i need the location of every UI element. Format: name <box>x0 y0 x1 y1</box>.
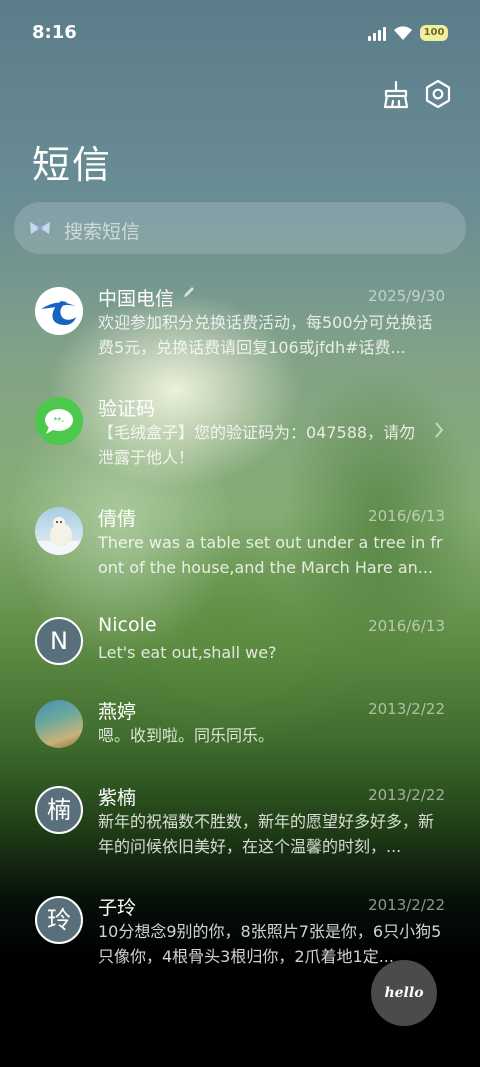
conversation-item[interactable]: 中国电信 2025/9/30 欢迎参加积分兑换话费活动，每500分可兑换话费5元… <box>0 285 480 395</box>
landscape-avatar <box>35 700 83 748</box>
conversation-name: Nicole <box>98 614 157 636</box>
conversation-name: 燕婷 <box>98 701 137 723</box>
conversation-name: 子玲 <box>98 897 137 919</box>
letter-avatar: N <box>35 617 83 665</box>
search-bow-icon <box>30 222 50 234</box>
signal-icon <box>368 27 388 41</box>
search-placeholder: 搜索短信 <box>64 221 141 243</box>
conversation-preview: 【毛绒盒子】您的验证码为：047588，请勿泄露于他人！ <box>98 423 416 467</box>
letter-avatar: 楠 <box>35 786 83 834</box>
conversation-item[interactable]: 倩倩 2016/6/13 There was a table set out u… <box>0 505 480 615</box>
svg-text:**-: **- <box>53 416 64 427</box>
polar-bear-avatar <box>35 507 83 555</box>
status-time: 8:16 <box>32 22 77 43</box>
status-bar: 8:16 100 <box>0 0 480 68</box>
conversation-item[interactable]: **- 验证码 【毛绒盒子】您的验证码为：047588，请勿泄露于他人！ <box>0 395 480 505</box>
wifi-icon <box>394 26 412 40</box>
battery-icon: 100 <box>420 25 448 41</box>
conversation-preview: Let's eat out,shall we? <box>98 643 277 662</box>
broom-icon[interactable] <box>379 78 411 110</box>
search-bar[interactable]: 搜索短信 <box>14 202 466 254</box>
conversation-name: 中国电信 <box>98 288 175 310</box>
message-app-avatar: **- <box>35 397 83 445</box>
conversation-date: 2013/2/22 <box>368 896 445 914</box>
pencil-icon <box>184 287 194 297</box>
conversation-preview: 新年的祝福数不胜数，新年的愿望好多好多，新年的问候依旧美好，在这个温馨的时刻，.… <box>98 812 435 856</box>
conversation-date: 2016/6/13 <box>368 507 445 525</box>
page-title: 短信 <box>32 143 113 187</box>
settings-icon[interactable] <box>422 78 454 110</box>
new-message-button[interactable]: hello <box>371 960 437 1026</box>
conversation-name: 验证码 <box>98 398 156 420</box>
conversation-name: 紫楠 <box>98 787 137 809</box>
conversation-item[interactable]: 楠 紫楠 2013/2/22 新年的祝福数不胜数，新年的愿望好多好多，新年的问候… <box>0 784 480 894</box>
conversation-date: 2013/2/22 <box>368 786 445 804</box>
conversation-date: 2025/9/30 <box>368 287 445 305</box>
conversation-preview: 欢迎参加积分兑换话费活动，每500分可兑换话费5元，兑换话费请回复106或jfd… <box>98 313 433 357</box>
conversation-name: 倩倩 <box>98 508 137 530</box>
conversation-date: 2016/6/13 <box>368 617 445 635</box>
letter-avatar: 玲 <box>35 896 83 944</box>
conversation-preview: 嗯。收到啦。同乐同乐。 <box>98 726 275 745</box>
conversation-preview: There was a table set out under a tree i… <box>98 533 443 577</box>
china-telecom-avatar <box>35 287 83 335</box>
chevron-right-icon[interactable] <box>434 421 444 439</box>
conversation-date: 2013/2/22 <box>368 700 445 718</box>
